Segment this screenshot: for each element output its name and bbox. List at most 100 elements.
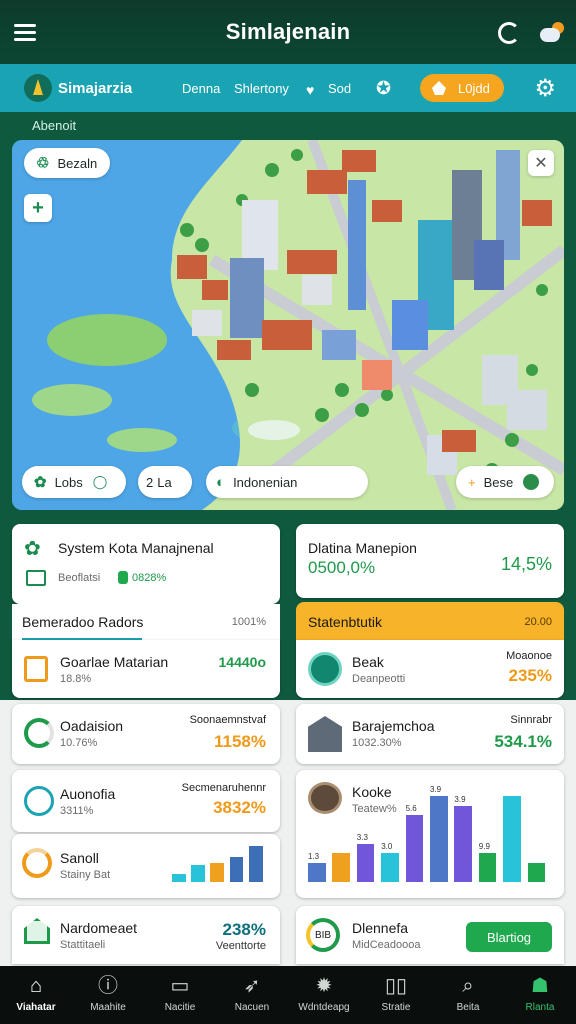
- list-item-title: Goarlae Matarian: [60, 654, 169, 670]
- list-item-sub: 10.76%: [60, 737, 98, 749]
- list-item[interactable]: Oadaision 10.76% Soonaemnstvaf 1158%: [12, 704, 280, 764]
- data-card-title: Dlatina Manepion: [308, 540, 417, 556]
- chart-bar: [430, 796, 448, 882]
- map-region-button[interactable]: ◐ Indonenian: [206, 466, 368, 498]
- list-item-sub: 18.8%: [60, 673, 92, 685]
- user-activity-icon[interactable]: ✪: [376, 78, 391, 99]
- brand-name: Simajarzia: [58, 80, 133, 97]
- list-item[interactable]: Kooke Teatew% 1.3 3.3 3.0 5.6 3.9 3.9 9.9: [296, 770, 564, 898]
- target-icon: [24, 786, 54, 816]
- flower-icon: ✿: [24, 538, 41, 560]
- recycle-icon: ♲: [36, 155, 50, 172]
- weather-icon[interactable]: [538, 22, 564, 44]
- gear-icon[interactable]: ⚙: [534, 74, 556, 103]
- system-card[interactable]: ✿ System Kota Manajnenal Beoflatsi 0828%: [12, 524, 280, 604]
- list-item[interactable]: Nardomeaet Stattitaeli 238% Veenttorte: [12, 906, 280, 964]
- shield-icon: [308, 652, 342, 686]
- tab-label: Stratie: [381, 1002, 411, 1013]
- calendar-icon: [26, 570, 46, 586]
- map-location-label: Bezaln: [57, 155, 98, 171]
- map-zoom-button[interactable]: 2 La: [138, 466, 192, 498]
- list-item-sub: Deanpeotti: [352, 673, 406, 685]
- list-item[interactable]: BIB Dlennefa MidCeadoooa Blartiog: [296, 906, 564, 964]
- chart-bar: [248, 846, 263, 882]
- search-tab-icon: ⌕: [462, 975, 474, 997]
- system-card-sub: Beoflatsi: [58, 572, 101, 584]
- nav-item-1[interactable]: Denna: [182, 81, 220, 96]
- chart-bar-label: 9.9: [478, 842, 490, 852]
- cog-tab-icon: ✹: [315, 975, 333, 997]
- list-item-sub: 1032.30%: [352, 737, 402, 749]
- chart-bar: [527, 862, 546, 882]
- bottom-tab-bar: ⌂ Viahatar ⓘ Maahite ▭ Nacitie ➶ Nacuen ✹ Wdn…: [0, 966, 576, 1024]
- data-management-card[interactable]: Dlatina Manepion 0500,0% 14,5%: [296, 524, 564, 598]
- refresh-icon[interactable]: [498, 22, 520, 44]
- city-map[interactable]: ♲ Bezaln + ✕ ✿ Lobs ◯ 2 La ◐ Indonenian …: [12, 140, 564, 510]
- chart-bar: [308, 862, 326, 882]
- tab-search[interactable]: ⌕ Beita: [432, 966, 504, 1024]
- progress-ring-icon: [24, 718, 54, 748]
- list-item[interactable]: Sanoll Stainy Bat: [12, 834, 280, 898]
- plus-icon: +: [32, 196, 44, 219]
- data-card-value: 0500,0%: [308, 558, 376, 577]
- globe-icon: [523, 474, 540, 490]
- app-header: Simlajenain: [0, 0, 576, 64]
- home-tab-icon: ⌂: [29, 975, 43, 997]
- chart-bar: [405, 815, 424, 882]
- map-layers-button[interactable]: ✿ Lobs ◯: [22, 466, 126, 498]
- list-item-title: Dlennefa: [352, 920, 409, 936]
- system-card-title: System Kota Manajnenal: [58, 540, 214, 556]
- heart-icon[interactable]: ♥: [306, 82, 314, 98]
- data-card-percent: 14,5%: [500, 554, 552, 574]
- chart-bar-label: 3.9: [454, 794, 466, 804]
- map-tools-button[interactable]: ✕: [528, 150, 554, 176]
- map-location-chip[interactable]: ♲ Bezaln: [24, 148, 110, 178]
- pill-button[interactable]: L0jdd: [420, 74, 504, 102]
- mini-bar-chart: [172, 844, 268, 882]
- tab-label: Rlanta: [525, 1002, 555, 1013]
- list-item-value: 3832%: [213, 798, 266, 817]
- list-item-title: Auonofia: [60, 786, 116, 802]
- nav-item-2[interactable]: Shlertony: [234, 81, 289, 96]
- list-item[interactable]: Goarlae Matarian 18.8% 14440o: [12, 640, 280, 698]
- tab-stats[interactable]: ▯▯ Stratie: [360, 966, 432, 1024]
- list-item-right-label: Sinnrabr: [510, 714, 552, 726]
- secondary-nav: Simajarzia Denna Shlertony ♥ Sod ✪ L0jdd…: [0, 64, 576, 112]
- tab-home[interactable]: ⌂ Viahatar: [0, 966, 72, 1024]
- chart-bar-label: 3.3: [356, 832, 368, 842]
- tab-settings[interactable]: ✹ Wdntdeapg: [288, 966, 360, 1024]
- list-item-value: 14440o: [218, 654, 266, 670]
- score-ring-label: BIB: [314, 929, 332, 941]
- list-item-title: Sanoll: [60, 850, 99, 866]
- left-section-title: Bemeradoo Radors: [22, 614, 144, 630]
- tab-info[interactable]: ⓘ Maahite: [72, 966, 144, 1024]
- nav-item-3[interactable]: Sod: [328, 81, 351, 96]
- tools-icon: ✕: [534, 155, 548, 172]
- tab-label: Beita: [456, 1002, 480, 1013]
- list-item-sub: Stattitaeli: [60, 939, 106, 951]
- gear-small-icon: ✿: [34, 474, 47, 491]
- zoom-in-button[interactable]: +: [24, 194, 52, 222]
- map-illustration: [12, 140, 564, 510]
- list-item[interactable]: Auonofia 3311% Secmenaruhennr 3832%: [12, 770, 280, 832]
- list-item-value: 238%: [222, 920, 266, 939]
- list-item[interactable]: Beak Deanpeotti Moaonoe 235%: [296, 640, 564, 698]
- menu-icon[interactable]: [14, 24, 36, 41]
- list-item-value: 235%: [508, 666, 552, 685]
- chart-bar: [454, 805, 472, 882]
- list-item[interactable]: Barajemchoa 1032.30% Sinnrabr 534.1%: [296, 704, 564, 764]
- system-card-sub-value: 0828%: [132, 572, 167, 584]
- map-view-button[interactable]: + Bese: [456, 466, 554, 498]
- donut-icon: [22, 848, 52, 878]
- tab-transport[interactable]: ➶ Nacuen: [216, 966, 288, 1024]
- section-title: Abenoit: [32, 118, 77, 133]
- tab-media[interactable]: ▭ Nacitie: [144, 966, 216, 1024]
- action-button[interactable]: Blartiog: [466, 922, 552, 952]
- chart-bar-label: 3.9: [430, 785, 442, 794]
- tab-label: Nacuen: [234, 1002, 270, 1013]
- right-section-title: Statenbtutik: [308, 614, 382, 630]
- tab-people[interactable]: ☗ Rlanta: [504, 966, 576, 1024]
- app-title: Simlajenain: [225, 19, 351, 44]
- list-item-value: 534.1%: [494, 732, 552, 751]
- chart-bar: [210, 862, 225, 882]
